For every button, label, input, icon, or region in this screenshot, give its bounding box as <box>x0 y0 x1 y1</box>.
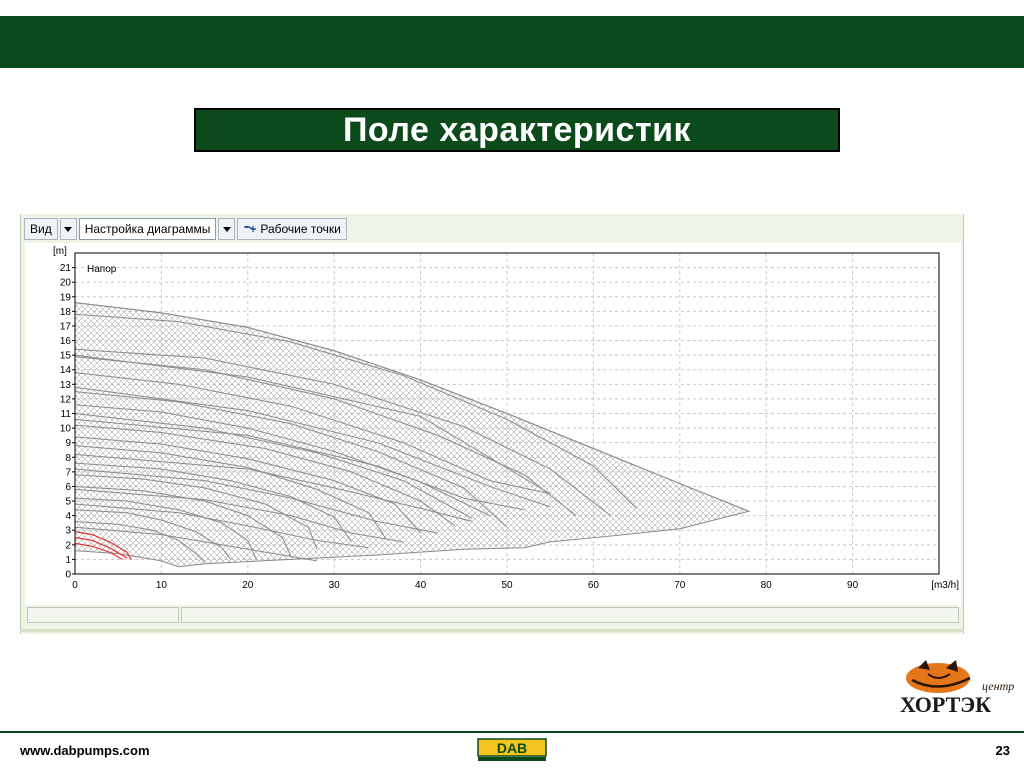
y-tick-label: 2 <box>65 540 71 551</box>
y-tick-label: 11 <box>61 409 72 420</box>
logo-main-text: ХОРТЭК <box>900 692 991 716</box>
chevron-down-icon <box>64 226 73 232</box>
slide-title: Поле характеристик <box>342 110 692 149</box>
x-tick-label: 80 <box>761 580 773 591</box>
x-tick-label: 20 <box>242 580 254 591</box>
y-tick-label: 5 <box>65 497 71 508</box>
title-box: Поле характеристик <box>194 108 840 152</box>
work-points-icon <box>244 225 257 232</box>
slide: Поле характеристик Вид Настройка диаграм… <box>0 0 1024 768</box>
view-dropdown-button[interactable] <box>59 218 77 240</box>
y-tick-label: 9 <box>65 438 71 449</box>
dab-logo-text: DAB <box>497 740 527 756</box>
work-points-button[interactable]: Рабочие точки <box>237 218 347 240</box>
dab-logo: DAB <box>477 738 547 761</box>
footer-url[interactable]: www.dabpumps.com <box>20 743 150 758</box>
logo-top-text: центр <box>982 679 1014 693</box>
y-tick-label: 21 <box>60 263 72 274</box>
y-tick-label: 0 <box>65 570 71 581</box>
view-button[interactable]: Вид <box>24 218 58 240</box>
status-cell-main <box>181 607 959 623</box>
y-tick-label: 15 <box>60 351 72 362</box>
x-tick-label: 90 <box>847 580 859 591</box>
y-tick-label: 19 <box>60 292 72 303</box>
y-tick-label: 14 <box>60 365 72 376</box>
y-tick-label: 20 <box>60 278 72 289</box>
x-tick-label: 70 <box>674 580 686 591</box>
x-tick-label: 30 <box>329 580 341 591</box>
chart-toolbar: Вид Настройка диаграммы Рабочие точки <box>24 218 347 240</box>
chart-settings-label: Настройка диаграммы <box>84 222 211 236</box>
y-tick-label: 17 <box>60 321 72 332</box>
y-tick-label: 4 <box>65 511 71 522</box>
y-tick-label: 12 <box>60 394 72 405</box>
top-banner <box>0 16 1024 68</box>
x-tick-label: 50 <box>501 580 513 591</box>
chart-settings-button[interactable]: Настройка диаграммы <box>78 218 217 240</box>
x-axis-label: [m3/h] <box>931 580 959 591</box>
x-tick-label: 10 <box>156 580 168 591</box>
panel-bottom-border <box>20 629 964 632</box>
y-tick-label: 18 <box>60 307 72 318</box>
x-tick-label: 40 <box>415 580 427 591</box>
y-tick-label: 10 <box>60 424 72 435</box>
chevron-down-icon <box>222 226 231 232</box>
x-tick-label: 60 <box>588 580 600 591</box>
pump-selector-panel: Вид Настройка диаграммы Рабочие точки 0 … <box>20 214 964 634</box>
status-cell-left <box>27 607 179 623</box>
y-tick-label: 16 <box>60 336 72 347</box>
work-points-label: Рабочие точки <box>260 222 341 236</box>
chart-svg[interactable]: 0 10 20 30 40 50 60 70 80 90012345678910111213141… <box>25 243 961 605</box>
status-bar <box>27 607 959 623</box>
y-tick-label: 3 <box>65 526 71 537</box>
y-tick-label: 8 <box>65 453 71 464</box>
x-tick-label: 0 <box>72 580 78 591</box>
y-tick-label: 1 <box>65 555 71 566</box>
view-button-label: Вид <box>30 222 52 236</box>
series-label: Напор <box>87 264 117 275</box>
hortek-logo: центр ХОРТЭК <box>900 660 1014 716</box>
y-tick-label: 6 <box>65 482 71 493</box>
y-axis-label: [m] <box>53 246 67 257</box>
chart-settings-dropdown-button[interactable] <box>218 218 236 240</box>
performance-chart[interactable]: 0 10 20 30 40 50 60 70 80 90 0 1 2 3 4 5 6 7 8 9 10 11 12 13 14 1… <box>25 243 961 605</box>
page-number: 23 <box>995 743 1010 758</box>
y-tick-label: 13 <box>60 380 72 391</box>
y-tick-label: 7 <box>65 467 71 478</box>
footer-divider <box>0 731 1024 733</box>
